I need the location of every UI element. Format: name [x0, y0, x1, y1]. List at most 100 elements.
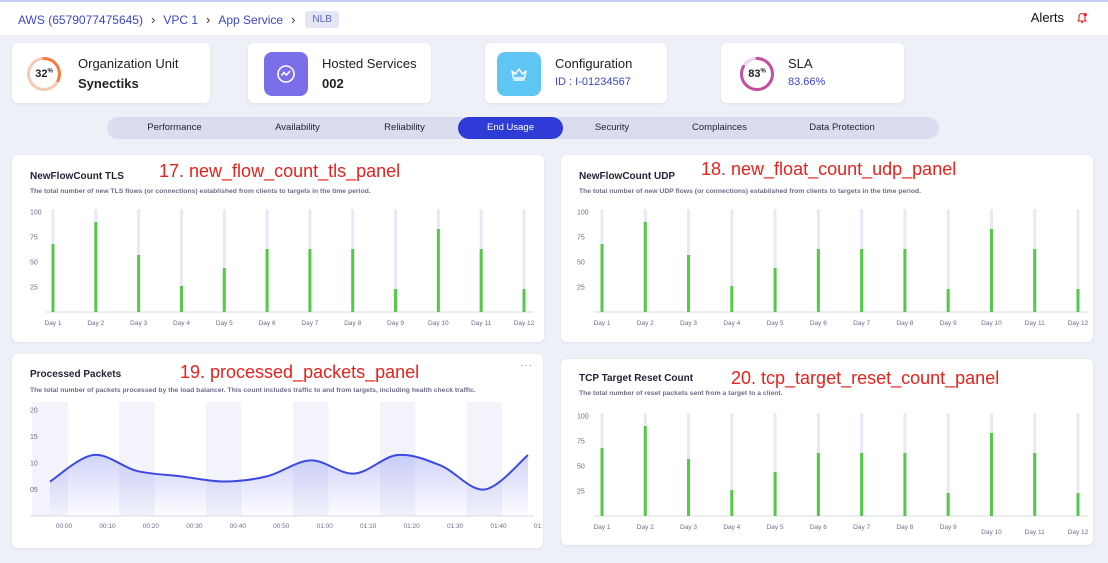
bar — [816, 453, 820, 516]
x-tick-label: Day 4 — [723, 320, 740, 327]
organization-unit-card[interactable]: 32% Organization Unit Synectiks — [12, 43, 210, 103]
breadcrumb-app-service[interactable]: App Service — [218, 13, 283, 27]
x-tick-label: 01:20 — [403, 523, 420, 530]
x-tick-label: Day 7 — [853, 320, 870, 327]
x-tick-label: Day 12 — [514, 320, 535, 327]
x-tick-label: Day 7 — [853, 524, 870, 531]
x-tick-label: Day 6 — [810, 320, 827, 327]
x-tick-label: Day 11 — [471, 320, 491, 327]
hosted-services-value: 002 — [322, 76, 344, 91]
x-tick-label: Day 11 — [1025, 529, 1045, 536]
tab-security[interactable]: Security — [572, 117, 652, 139]
x-tick-label: 00:20 — [143, 523, 160, 530]
x-tick-label: Day 8 — [344, 320, 361, 327]
x-tick-label: Day 2 — [637, 320, 654, 327]
x-tick-label: 01:50 — [534, 523, 543, 530]
x-tick-label: 00:00 — [56, 523, 73, 530]
bar — [179, 286, 183, 312]
tcp-reset-bar-chart: 100 75 50 25 Day 1 Day 2 Day 3 Day 4 Day 5 Day 6 D… — [577, 413, 1089, 536]
x-tick-label: Day 10 — [981, 529, 1002, 536]
sla-card[interactable]: 83% SLA 83.66% — [721, 43, 904, 103]
x-tick-label: 00:40 — [230, 523, 247, 530]
new-flow-count-tls-panel: NewFlowCount TLS The total number of new… — [12, 155, 544, 342]
bar — [1076, 493, 1080, 516]
tab-performance[interactable]: Performance — [127, 117, 222, 139]
bar — [687, 459, 691, 516]
bar — [600, 244, 604, 312]
chevron-right-icon: › — [150, 12, 156, 27]
tab-availability[interactable]: Availability — [255, 117, 340, 139]
breadcrumb-vpc[interactable]: VPC 1 — [163, 13, 198, 27]
bar — [816, 249, 820, 312]
x-tick-label: 00:30 — [186, 523, 203, 530]
alerts-label: Alerts — [1030, 10, 1064, 25]
x-tick-label: Day 9 — [940, 320, 957, 327]
bar — [1033, 249, 1037, 312]
y-tick-label: 75 — [577, 439, 585, 446]
bar — [1033, 453, 1037, 516]
breadcrumb: AWS (6579077475645) › VPC 1 › App Servic… — [18, 11, 339, 28]
y-tick-label: 100 — [30, 210, 42, 217]
bar — [730, 286, 734, 312]
org-value: Synectiks — [78, 76, 139, 91]
configuration-card[interactable]: Configuration ID : I-01234567 — [485, 43, 667, 103]
org-percent: 32% — [35, 68, 53, 80]
y-tick-label: 25 — [577, 489, 585, 496]
x-tick-label: Day 4 — [173, 320, 190, 327]
x-tick-label: Day 1 — [45, 320, 62, 327]
bar — [773, 268, 777, 312]
x-tick-label: Day 3 — [680, 320, 697, 327]
x-tick-label: Day 8 — [896, 524, 913, 531]
bar — [222, 268, 226, 312]
bar — [94, 222, 98, 312]
x-tick-label: Day 10 — [428, 320, 449, 327]
bar — [600, 448, 604, 516]
x-tick-label: Day 12 — [1068, 529, 1089, 536]
bar — [522, 289, 526, 312]
tls-bar-chart: 100 75 50 25 Day 1 Day 2 Day 3 Day 4 Day 5 Day 6 D… — [30, 209, 535, 327]
tab-data-protection[interactable]: Data Protection — [789, 117, 895, 139]
y-tick-label: 15 — [30, 434, 38, 441]
y-tick-label: 75 — [577, 235, 585, 242]
y-tick-label: 10 — [30, 461, 38, 468]
bar — [308, 249, 312, 312]
tab-end-usage[interactable]: End Usage — [458, 117, 563, 139]
x-tick-label: Day 1 — [594, 524, 611, 531]
breadcrumb-badge-nlb[interactable]: NLB — [305, 11, 339, 28]
configuration-value: ID : I-01234567 — [555, 76, 631, 88]
top-bar: AWS (6579077475645) › VPC 1 › App Servic… — [0, 0, 1108, 35]
hosted-services-card[interactable]: Hosted Services 002 — [248, 43, 431, 103]
bar — [860, 249, 864, 312]
bar — [946, 493, 950, 516]
tab-reliability[interactable]: Reliability — [362, 117, 447, 139]
udp-bar-chart: 100 75 50 25 Day 1 Day 2 Day 3 Day 4 Day 5 Day 6 D… — [577, 209, 1089, 327]
bar — [730, 490, 734, 516]
bar — [773, 472, 777, 516]
y-tick-label: 100 — [577, 210, 589, 217]
breadcrumb-account[interactable]: AWS (6579077475645) — [18, 13, 143, 27]
processed-packets-area-chart: 20 15 10 05 00:00 00:10 00:20 00:30 00:40 00:50 01… — [30, 402, 543, 530]
y-tick-label: 20 — [30, 408, 38, 415]
chevron-right-icon: › — [291, 12, 296, 27]
configuration-title: Configuration — [555, 56, 633, 71]
x-tick-label: Day 3 — [680, 524, 697, 531]
activity-icon — [277, 65, 295, 83]
x-tick-label: Day 6 — [810, 524, 827, 531]
bar — [903, 453, 907, 516]
x-tick-label: Day 9 — [387, 320, 404, 327]
bar — [643, 222, 647, 312]
tab-complainces[interactable]: Complainces — [672, 117, 767, 139]
bar — [394, 289, 398, 312]
bar — [436, 229, 440, 312]
x-tick-label: Day 5 — [767, 524, 784, 531]
x-tick-label: Day 10 — [981, 320, 1002, 327]
bar — [687, 255, 691, 312]
sla-value: 83.66% — [788, 76, 826, 88]
y-tick-label: 05 — [30, 487, 38, 494]
y-tick-label: 50 — [577, 464, 585, 471]
y-tick-label: 100 — [577, 414, 589, 421]
bar — [1076, 289, 1080, 312]
alerts-button[interactable]: Alerts — [1031, 10, 1088, 25]
x-tick-label: Day 2 — [637, 524, 654, 531]
y-tick-label: 75 — [30, 235, 38, 242]
